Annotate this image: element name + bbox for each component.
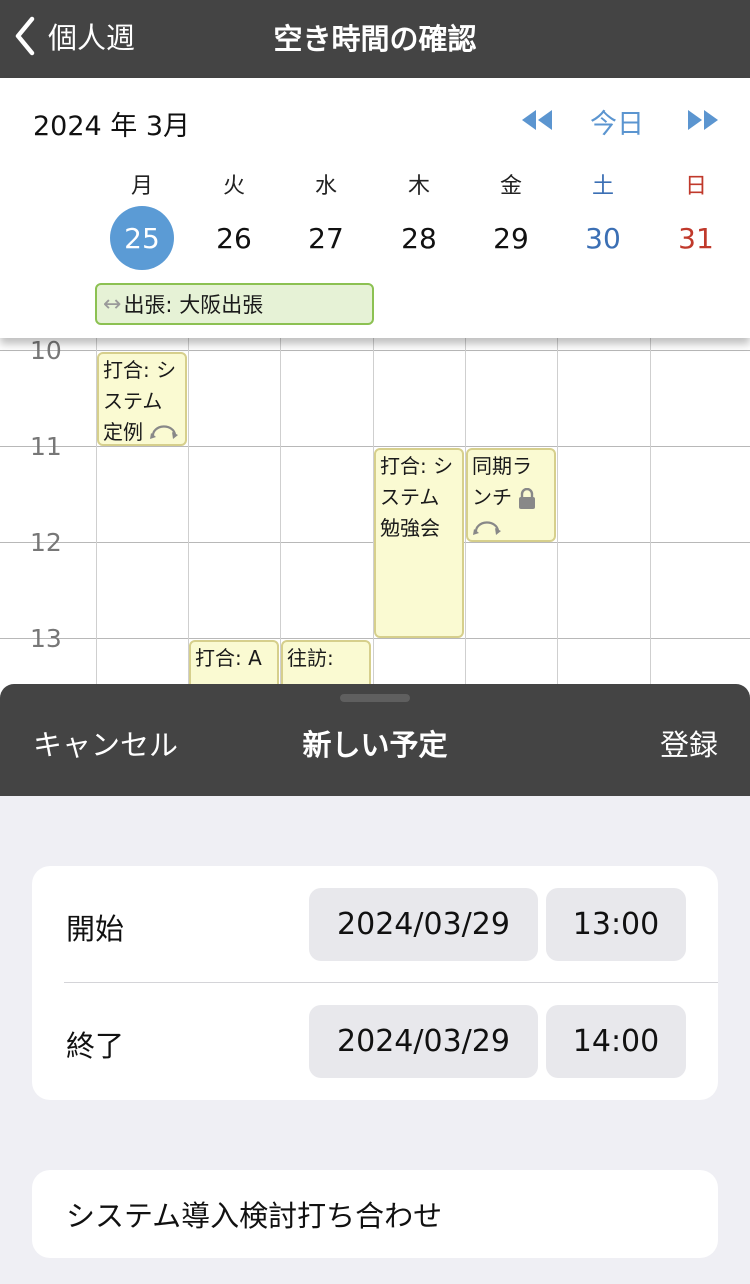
- time-grid: 10 11 12 13 打合: シ ステム 定例 打合: シ ステム 勉強会 同…: [0, 338, 750, 698]
- day-30[interactable]: 30: [557, 206, 649, 270]
- start-date-picker[interactable]: 2024/03/29: [309, 888, 538, 961]
- previous-week-icon[interactable]: [520, 108, 554, 132]
- hour-line: [0, 350, 750, 351]
- event-title-line: 打合: シ: [103, 358, 177, 382]
- hour-line: [0, 446, 750, 447]
- weekday-tue: 火: [222, 174, 245, 199]
- weekday-sun: 日: [684, 174, 707, 199]
- start-label: 開始: [66, 912, 125, 946]
- register-button[interactable]: 登録: [660, 722, 718, 764]
- hour-label: 11: [30, 432, 62, 461]
- start-time-picker[interactable]: 13:00: [546, 888, 686, 961]
- event-title-line: 勉強会: [380, 516, 440, 540]
- start-row: 開始 2024/03/29 13:00: [32, 866, 718, 983]
- day-25[interactable]: 25: [96, 206, 188, 270]
- week-header: 2024 年 3月 今日 月 火 水 木 金 土 日 25 26 27 28 2…: [0, 78, 750, 338]
- sheet-grabber[interactable]: [340, 694, 410, 702]
- event-system-study[interactable]: 打合: シ ステム 勉強会: [374, 448, 464, 638]
- weekday-thu: 木: [407, 174, 430, 199]
- day-26[interactable]: 26: [188, 206, 280, 270]
- end-label: 終了: [66, 1029, 125, 1063]
- event-title-input[interactable]: [66, 1192, 686, 1236]
- today-button[interactable]: 今日: [590, 102, 644, 141]
- event-title-line: 往訪:: [287, 646, 334, 670]
- end-row: 終了 2024/03/29 14:00: [32, 983, 718, 1100]
- event-title-line: ステム: [103, 389, 163, 413]
- event-title-line: 定例: [103, 417, 181, 444]
- event-system-meeting[interactable]: 打合: シ ステム 定例: [97, 352, 187, 446]
- day-31[interactable]: 31: [650, 206, 742, 270]
- hour-label: 13: [30, 624, 62, 653]
- repeat-icon: [150, 424, 179, 439]
- title-card: [32, 1170, 718, 1258]
- lock-icon: [519, 487, 536, 509]
- datetime-card: 開始 2024/03/29 13:00 終了 2024/03/29 14:00: [32, 866, 718, 1100]
- event-title-line: 同期ラ: [472, 454, 532, 478]
- event-title-line: ンチ: [472, 482, 550, 513]
- weekday-fri: 金: [499, 174, 522, 199]
- event-icon-line: [472, 513, 550, 540]
- weekday-sat: 土: [591, 174, 614, 199]
- end-date-picker[interactable]: 2024/03/29: [309, 1005, 538, 1078]
- event-title-line: 打合: シ: [380, 454, 454, 478]
- sheet-title: 新しい予定: [302, 728, 448, 762]
- day-28[interactable]: 28: [373, 206, 465, 270]
- day-29[interactable]: 29: [465, 206, 557, 270]
- repeat-icon: [473, 520, 501, 535]
- sheet-header: キャンセル 新しい予定 登録: [0, 684, 750, 796]
- day-column-line: [557, 338, 558, 698]
- event-title-line: 打合: A: [195, 646, 262, 670]
- event-title-line: ステム: [380, 485, 440, 509]
- multi-day-arrow-icon: ↔: [103, 291, 122, 317]
- end-time-picker[interactable]: 14:00: [546, 1005, 686, 1078]
- day-27[interactable]: 27: [280, 206, 372, 270]
- weekday-wed: 水: [314, 174, 337, 199]
- month-label: 2024 年 3月: [33, 111, 191, 142]
- next-week-icon[interactable]: [686, 108, 720, 132]
- day-column-line: [650, 338, 651, 698]
- hour-line: [0, 638, 750, 639]
- top-nav-bar: 個人週 空き時間の確認: [0, 0, 750, 78]
- event-peer-lunch[interactable]: 同期ラ ンチ: [466, 448, 556, 542]
- weekday-mon: 月: [130, 174, 153, 199]
- hour-label: 12: [30, 528, 62, 557]
- selected-day-circle: 25: [110, 206, 174, 270]
- allday-event-label: 出張: 大阪出張: [123, 293, 264, 317]
- allday-event[interactable]: ↔ 出張: 大阪出張: [95, 283, 374, 325]
- new-event-sheet: キャンセル 新しい予定 登録 開始 2024/03/29 13:00 終了 20…: [0, 684, 750, 1284]
- page-title: 空き時間の確認: [273, 22, 477, 56]
- hour-label: 10: [30, 338, 62, 365]
